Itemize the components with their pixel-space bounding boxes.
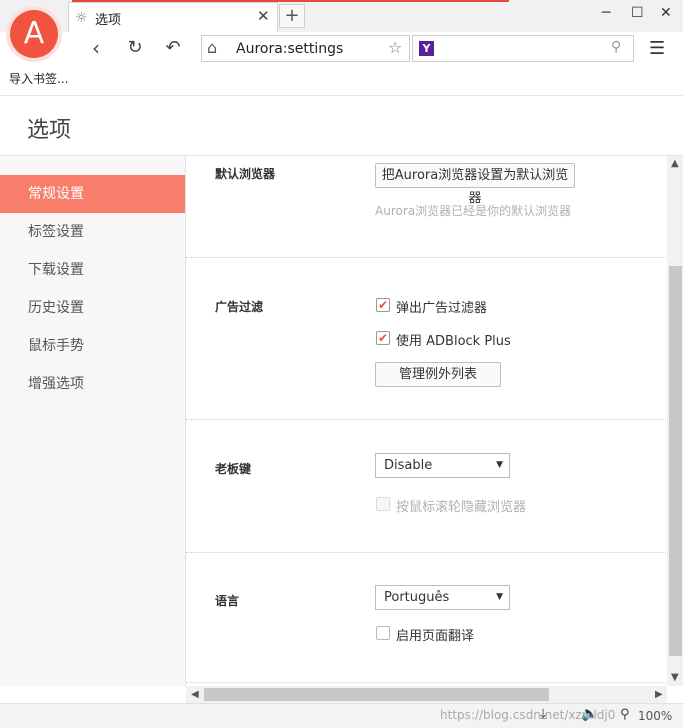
tab-title: 选项: [95, 13, 122, 28]
sidebar-item-mouse-gestures[interactable]: 鼠标手势: [0, 327, 185, 365]
boss-key-label: 老板键: [215, 462, 252, 476]
maximize-icon[interactable]: ☐: [631, 5, 644, 21]
scroll-down-icon[interactable]: ▼: [671, 672, 679, 683]
scroll-left-icon[interactable]: ◀: [191, 689, 199, 700]
minimize-icon[interactable]: ─: [602, 5, 610, 21]
gear-icon: ☼: [75, 10, 88, 26]
aurora-logo[interactable]: A: [10, 10, 58, 58]
default-browser-hint: Aurora浏览器已经是你的默认浏览器: [375, 204, 572, 218]
wheel-hide-label: 按鼠标滚轮隐藏浏览器: [396, 500, 527, 515]
yahoo-icon[interactable]: Y: [419, 41, 434, 56]
zoom-icon[interactable]: ⚲: [620, 707, 630, 722]
adfilter-label: 广告过滤: [215, 300, 264, 314]
set-default-browser-button[interactable]: 把Aurora浏览器设置为默认浏览器: [375, 163, 575, 206]
adblock-label[interactable]: 使用 ADBlock Plus: [396, 330, 511, 349]
scroll-right-icon[interactable]: ▶: [655, 689, 663, 700]
download-icon[interactable]: ⤓: [540, 706, 546, 722]
divider: [0, 95, 683, 96]
translate-label[interactable]: 启用页面翻译: [396, 625, 474, 644]
import-bookmarks-link[interactable]: 导入书签...: [9, 70, 68, 87]
search-icon[interactable]: ⚲: [611, 39, 621, 55]
bookmark-star-icon[interactable]: ☆: [388, 38, 402, 57]
reload-icon[interactable]: ↻: [121, 37, 149, 58]
section-divider: [186, 682, 666, 683]
address-text[interactable]: Aurora:settings: [236, 41, 343, 57]
tab-settings[interactable]: ☼ 选项 ✕: [68, 2, 278, 32]
chevron-down-icon: ▼: [496, 460, 503, 470]
language-label: 语言: [215, 594, 240, 608]
section-divider: [186, 552, 666, 553]
undo-icon[interactable]: ↶: [159, 37, 187, 58]
scroll-up-icon[interactable]: ▲: [671, 158, 679, 169]
boss-key-select[interactable]: Disable ▼: [375, 453, 510, 478]
zoom-level[interactable]: 100%: [638, 709, 672, 723]
wheel-hide-checkbox[interactable]: [376, 497, 390, 511]
search-box[interactable]: Y ⚲: [412, 35, 634, 62]
close-icon[interactable]: ✕: [660, 5, 672, 21]
address-bar[interactable]: ⌂ Aurora:settings ☆: [201, 35, 410, 62]
language-select-value: Português: [384, 590, 450, 605]
sidebar-item-tabs[interactable]: 标签设置: [0, 213, 185, 251]
popup-filter-label[interactable]: 弹出广告过滤器: [396, 297, 487, 316]
boss-key-select-value: Disable: [384, 458, 433, 473]
sidebar-item-general[interactable]: 常规设置: [0, 175, 185, 213]
language-select[interactable]: Português ▼: [375, 585, 510, 610]
tab-close-icon[interactable]: ✕: [257, 7, 270, 25]
sidebar-item-history[interactable]: 历史设置: [0, 289, 185, 327]
new-tab-button[interactable]: +: [279, 4, 305, 28]
volume-icon[interactable]: 🔈: [581, 706, 598, 722]
home-icon[interactable]: ⌂: [207, 38, 217, 57]
menu-icon[interactable]: ☰: [649, 38, 665, 59]
section-divider: [186, 419, 666, 420]
section-divider: [186, 257, 666, 258]
sidebar-item-downloads[interactable]: 下载设置: [0, 251, 185, 289]
chevron-down-icon: ▼: [496, 592, 503, 602]
page-title: 选项: [27, 118, 72, 143]
translate-checkbox[interactable]: [376, 626, 390, 640]
horizontal-scroll-thumb[interactable]: [204, 688, 549, 701]
vertical-scroll-thumb[interactable]: [669, 266, 682, 656]
back-icon[interactable]: ‹: [82, 36, 110, 60]
manage-exceptions-button[interactable]: 管理例外列表: [375, 362, 501, 387]
default-browser-label: 默认浏览器: [215, 167, 276, 181]
sidebar-item-enhanced[interactable]: 增强选项: [0, 365, 185, 403]
popup-filter-checkbox[interactable]: ✔: [376, 298, 390, 312]
adblock-checkbox[interactable]: ✔: [376, 331, 390, 345]
